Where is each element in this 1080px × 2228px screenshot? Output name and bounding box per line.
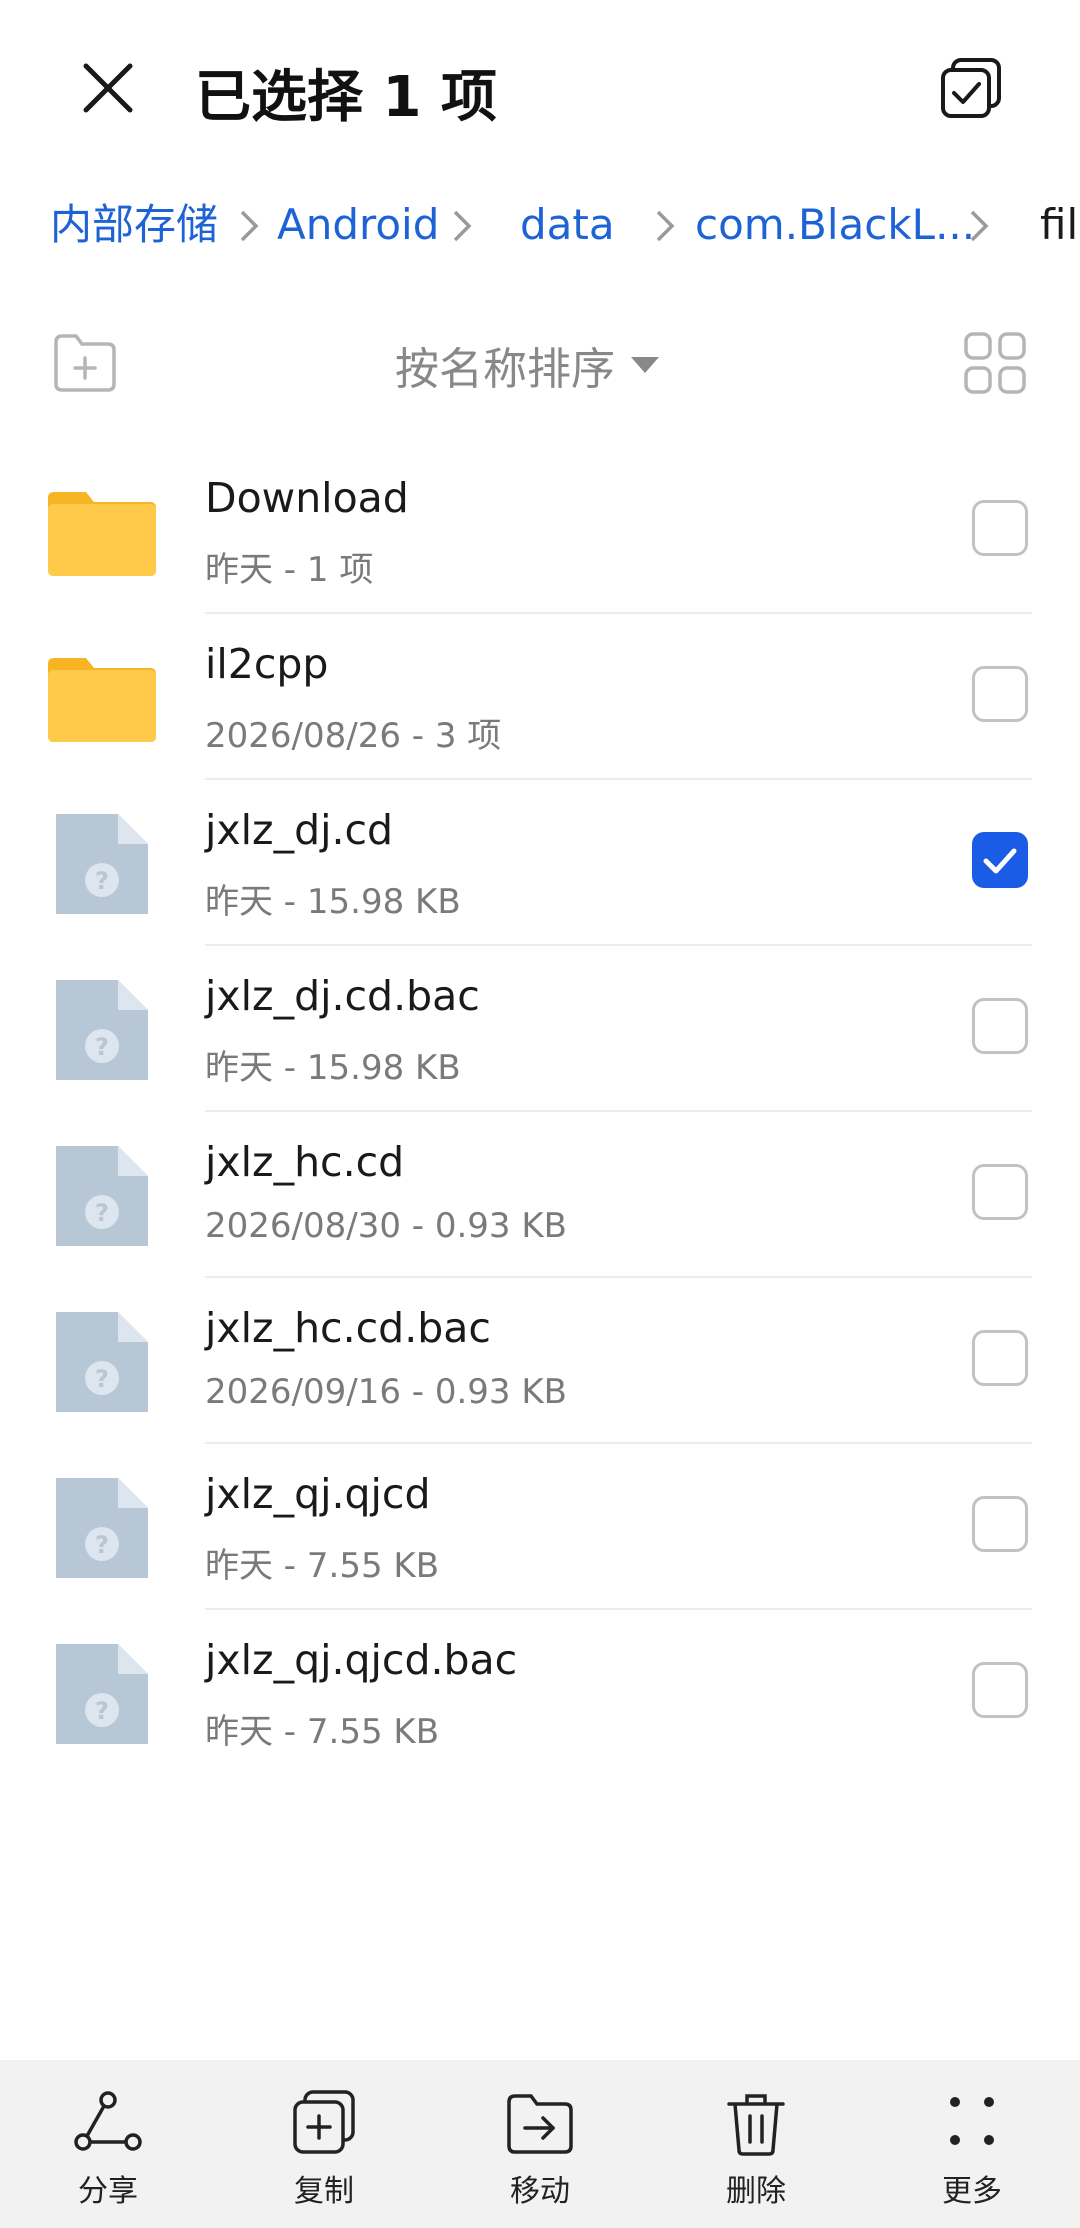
file-meta: 昨天 - 7.55 KB [205, 1712, 440, 1752]
delete-button[interactable]: 删除 [648, 2060, 864, 2228]
more-label: 更多 [942, 2174, 1002, 2209]
svg-text:?: ? [95, 867, 109, 895]
select-checkbox[interactable] [972, 998, 1028, 1054]
select-all-button[interactable] [935, 52, 1007, 124]
delete-label: 删除 [726, 2174, 786, 2209]
sort-label: 按名称排序 [395, 344, 615, 395]
chevron-right-icon [453, 210, 472, 242]
select-checkbox[interactable] [972, 1330, 1028, 1386]
list-item[interactable]: Download 昨天 - 1 项 [0, 448, 1080, 614]
share-label: 分享 [78, 2174, 138, 2209]
select-all-icon [941, 58, 1001, 118]
list-item[interactable]: ? jxlz_qj.qjcd 昨天 - 7.55 KB [0, 1444, 1080, 1610]
list-item[interactable]: ? jxlz_hc.cd.bac 2026/09/16 - 0.93 KB [0, 1278, 1080, 1444]
selection-header: 已选择 1 项 [0, 0, 1080, 170]
breadcrumb-com-blackl[interactable]: com.BlackL... [695, 190, 975, 260]
copy-button[interactable]: 复制 [216, 2060, 432, 2228]
selection-title: 已选择 1 项 [195, 65, 497, 130]
grid-view-button[interactable] [962, 330, 1028, 396]
svg-text:?: ? [95, 1365, 109, 1393]
file-name: jxlz_dj.cd [205, 806, 394, 854]
breadcrumb-android[interactable]: Android [277, 190, 439, 260]
select-checkbox[interactable] [972, 1662, 1028, 1718]
close-icon [83, 63, 133, 113]
share-button[interactable]: 分享 [0, 2060, 216, 2228]
select-checkbox-checked[interactable] [972, 832, 1028, 888]
list-toolbar: 按名称排序 [0, 320, 1080, 410]
folder-icon [48, 658, 156, 742]
file-meta: 2026/08/30 - 0.93 KB [205, 1206, 567, 1246]
file-manager-page: 已选择 1 项 内部存储 Android data com.BlackL... … [0, 0, 1080, 2228]
svg-text:?: ? [95, 1697, 109, 1725]
caret-down-icon [631, 357, 659, 373]
more-button[interactable]: 更多 [864, 2060, 1080, 2228]
more-icon [950, 2097, 994, 2145]
file-name: jxlz_hc.cd.bac [205, 1304, 491, 1352]
copy-icon [293, 2090, 355, 2154]
move-label: 移动 [510, 2174, 570, 2209]
file-meta: 昨天 - 15.98 KB [205, 1048, 461, 1088]
breadcrumb-files-current: file [1040, 200, 1080, 249]
checkmark-icon [983, 848, 1017, 874]
move-button[interactable]: 移动 [432, 2060, 648, 2228]
file-name: Download [205, 474, 409, 522]
chevron-right-icon [656, 210, 675, 242]
sort-dropdown[interactable]: 按名称排序 [395, 330, 659, 400]
close-selection-button[interactable] [70, 50, 146, 126]
list-item[interactable]: ? jxlz_hc.cd 2026/08/30 - 0.93 KB [0, 1112, 1080, 1278]
file-name: jxlz_qj.qjcd.bac [205, 1636, 518, 1684]
copy-label: 复制 [294, 2174, 354, 2209]
file-list: Download 昨天 - 1 项 il2cpp 2026/08/26 - 3 … [0, 448, 1080, 1776]
file-name: il2cpp [205, 640, 329, 688]
delete-icon [727, 2094, 785, 2156]
unknown-file-icon: ? [56, 814, 148, 914]
folder-icon [48, 492, 156, 576]
select-checkbox[interactable] [972, 666, 1028, 722]
file-name: jxlz_hc.cd [205, 1138, 405, 1186]
file-meta: 2026/09/16 - 0.93 KB [205, 1372, 567, 1412]
chevron-right-icon [240, 210, 259, 242]
list-item[interactable]: ? jxlz_dj.cd 昨天 - 15.98 KB [0, 780, 1080, 946]
unknown-file-icon: ? [56, 1312, 148, 1412]
unknown-file-icon: ? [56, 1146, 148, 1246]
breadcrumb-data[interactable]: data [520, 190, 615, 260]
breadcrumb: 内部存储 Android data com.BlackL... file [0, 190, 1080, 260]
chevron-right-icon [970, 210, 989, 242]
share-icon [74, 2091, 142, 2151]
new-folder-icon [54, 334, 116, 392]
file-meta: 昨天 - 15.98 KB [205, 882, 461, 922]
file-meta: 昨天 - 7.55 KB [205, 1546, 440, 1586]
grid-view-icon [964, 332, 1026, 394]
unknown-file-icon: ? [56, 980, 148, 1080]
select-checkbox[interactable] [972, 500, 1028, 556]
file-name: jxlz_qj.qjcd [205, 1470, 431, 1518]
file-meta: 昨天 - 1 项 [205, 550, 374, 590]
breadcrumb-internal-storage[interactable]: 内部存储 [50, 190, 218, 260]
select-checkbox[interactable] [972, 1164, 1028, 1220]
list-item[interactable]: ? jxlz_dj.cd.bac 昨天 - 15.98 KB [0, 946, 1080, 1112]
list-item[interactable]: il2cpp 2026/08/26 - 3 项 [0, 614, 1080, 780]
svg-text:?: ? [95, 1531, 109, 1559]
file-meta: 2026/08/26 - 3 项 [205, 716, 502, 756]
file-name: jxlz_dj.cd.bac [205, 972, 480, 1020]
unknown-file-icon: ? [56, 1478, 148, 1578]
svg-text:?: ? [95, 1033, 109, 1061]
unknown-file-icon: ? [56, 1644, 148, 1744]
bottom-action-bar: 分享 复制 移动 删除 更多 [0, 2060, 1080, 2228]
new-folder-button[interactable] [50, 332, 120, 394]
list-item[interactable]: ? jxlz_qj.qjcd.bac 昨天 - 7.55 KB [0, 1610, 1080, 1776]
svg-text:?: ? [95, 1199, 109, 1227]
move-icon [507, 2094, 573, 2154]
select-checkbox[interactable] [972, 1496, 1028, 1552]
